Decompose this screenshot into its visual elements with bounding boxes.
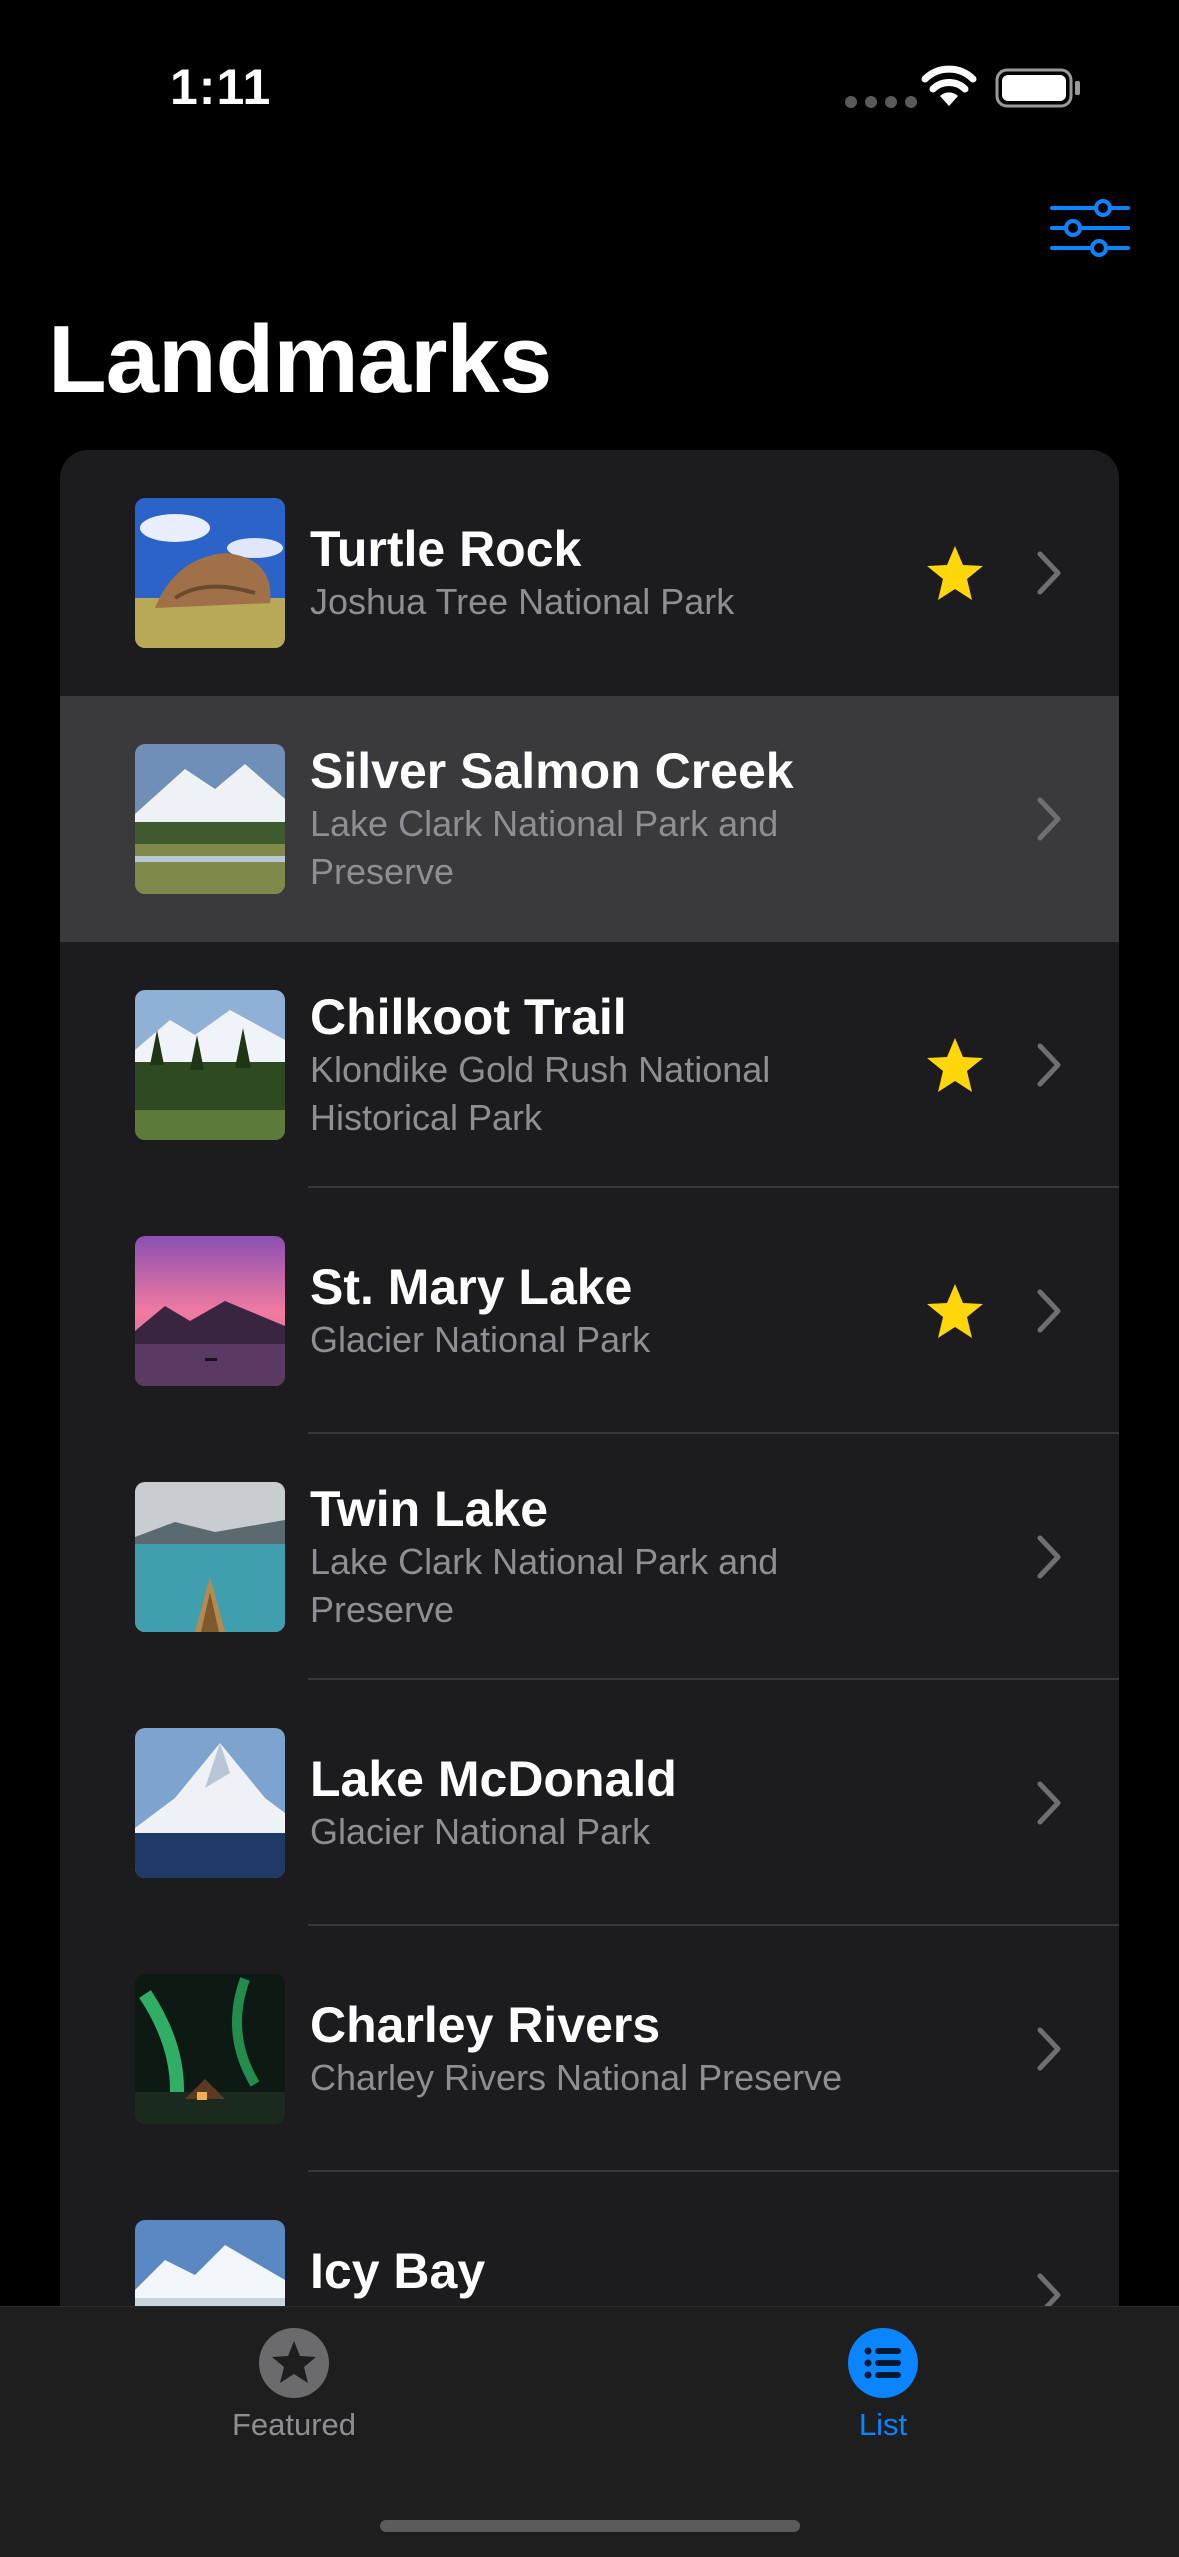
- landmark-list: Turtle Rock Joshua Tree National Park Si…: [60, 450, 1119, 2310]
- favorite-star-icon: [927, 1038, 983, 1092]
- landmark-park: Lake Clark National Park and Preserve: [310, 803, 779, 892]
- landmark-thumbnail: [135, 2220, 285, 2310]
- landmark-name: Icy Bay: [310, 2243, 486, 2299]
- list-bullet-circle-icon: [848, 2328, 918, 2398]
- landmark-thumbnail: [135, 1728, 285, 1878]
- landmark-thumbnail: [135, 1236, 285, 1386]
- status-time: 1:11: [170, 59, 272, 115]
- landmark-park: Glacier National Park: [310, 1811, 651, 1852]
- landmark-name: Silver Salmon Creek: [310, 743, 794, 799]
- landmark-thumbnail: [135, 498, 285, 648]
- filter-sliders-icon: [1050, 199, 1130, 257]
- landmark-name: Lake McDonald: [310, 1751, 677, 1807]
- favorite-star-icon: [927, 1284, 983, 1338]
- landmark-row-st-mary-lake[interactable]: St. Mary Lake Glacier National Park: [60, 1188, 1119, 1434]
- chevron-right-icon: [1037, 797, 1061, 841]
- tab-label-list: List: [858, 2407, 908, 2442]
- landmark-row-twin-lake[interactable]: Twin Lake Lake Clark National Park and P…: [60, 1434, 1119, 1680]
- landmark-name: Twin Lake: [310, 1481, 549, 1537]
- chevron-right-icon: [1037, 2027, 1061, 2071]
- chevron-right-icon: [1037, 551, 1061, 595]
- tab-label-featured: Featured: [231, 2407, 357, 2442]
- cellular-signal-icon: [845, 96, 917, 108]
- chevron-right-icon: [1037, 1781, 1061, 1825]
- landmark-park: Charley Rivers National Preserve: [310, 2057, 843, 2098]
- page-title: Landmarks: [48, 306, 552, 413]
- landmark-name: Chilkoot Trail: [310, 989, 627, 1045]
- status-bar: 1:11: [0, 0, 1179, 180]
- landmark-name: Turtle Rock: [310, 521, 582, 577]
- landmark-park: Glacier National Park: [310, 1319, 651, 1360]
- landmark-row-turtle-rock[interactable]: Turtle Rock Joshua Tree National Park: [60, 450, 1119, 696]
- landmark-name: Charley Rivers: [310, 1997, 661, 2053]
- filter-button[interactable]: [1048, 196, 1132, 260]
- wifi-icon: [921, 65, 977, 106]
- home-indicator[interactable]: [380, 2520, 800, 2532]
- landmark-row-icy-bay[interactable]: Icy Bay Wrangell-St. Elias National Park: [60, 2172, 1119, 2310]
- landmark-row-lake-mcdonald[interactable]: Lake McDonald Glacier National Park: [60, 1680, 1119, 1926]
- landmark-park: Lake Clark National Park and Preserve: [310, 1541, 779, 1630]
- tab-list[interactable]: List: [753, 2327, 1013, 2477]
- tab-featured[interactable]: Featured: [164, 2327, 424, 2477]
- landmark-thumbnail: [135, 990, 285, 1140]
- chevron-right-icon: [1037, 1535, 1061, 1579]
- star-circle-icon: [259, 2328, 329, 2398]
- chevron-right-icon: [1037, 1289, 1061, 1333]
- landmark-thumbnail: [135, 1974, 285, 2124]
- landmark-row-silver-salmon-creek[interactable]: Silver Salmon Creek Lake Clark National …: [60, 696, 1119, 942]
- chevron-right-icon: [1037, 1043, 1061, 1087]
- landmark-thumbnail: [135, 744, 285, 894]
- battery-icon: [995, 68, 1080, 108]
- landmark-name: St. Mary Lake: [310, 1259, 633, 1315]
- landmark-row-chilkoot-trail[interactable]: Chilkoot Trail Klondike Gold Rush Nation…: [60, 942, 1119, 1188]
- landmark-row-charley-rivers[interactable]: Charley Rivers Charley Rivers National P…: [60, 1926, 1119, 2172]
- landmark-thumbnail: [135, 1482, 285, 1632]
- chevron-right-icon: [1037, 2273, 1061, 2310]
- landmark-park: Klondike Gold Rush National Historical P…: [310, 1049, 771, 1138]
- favorite-star-icon: [927, 546, 983, 600]
- landmark-park: Joshua Tree National Park: [310, 581, 735, 622]
